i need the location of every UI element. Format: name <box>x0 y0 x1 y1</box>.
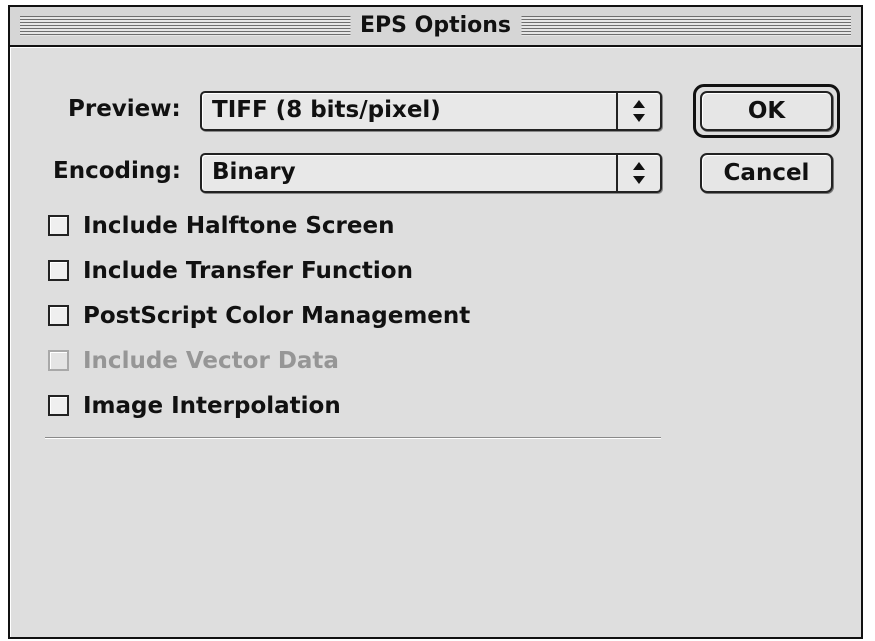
separator-line <box>45 437 661 439</box>
checkbox[interactable] <box>48 305 69 326</box>
checkbox[interactable] <box>48 395 69 416</box>
up-down-arrows-icon <box>618 93 660 129</box>
encoding-popup-value: Binary <box>212 159 296 185</box>
option-label[interactable]: Include Transfer Function <box>83 255 413 287</box>
ok-button[interactable]: OK <box>700 91 833 131</box>
dialog-title: EPS Options <box>349 10 522 42</box>
option-label[interactable]: Include Halftone Screen <box>83 210 394 242</box>
checkbox[interactable] <box>48 215 69 236</box>
checkbox-disabled <box>48 350 69 371</box>
preview-popup-value: TIFF (8 bits/pixel) <box>212 97 441 123</box>
dialog-content: Preview: TIFF (8 bits/pixel) Encoding: B… <box>10 47 861 637</box>
eps-options-dialog: EPS Options Preview: TIFF (8 bits/pixel)… <box>8 5 863 639</box>
cancel-button[interactable]: Cancel <box>700 153 833 193</box>
preview-label: Preview: <box>68 96 181 122</box>
encoding-popup[interactable]: Binary <box>200 153 662 193</box>
option-label[interactable]: PostScript Color Management <box>83 300 470 332</box>
title-bar[interactable]: EPS Options <box>10 7 861 47</box>
encoding-label: Encoding: <box>53 158 181 184</box>
option-label-disabled: Include Vector Data <box>83 348 339 374</box>
up-down-arrows-icon <box>618 155 660 191</box>
option-label[interactable]: Image Interpolation <box>83 390 341 422</box>
preview-popup[interactable]: TIFF (8 bits/pixel) <box>200 91 662 131</box>
checkbox[interactable] <box>48 260 69 281</box>
